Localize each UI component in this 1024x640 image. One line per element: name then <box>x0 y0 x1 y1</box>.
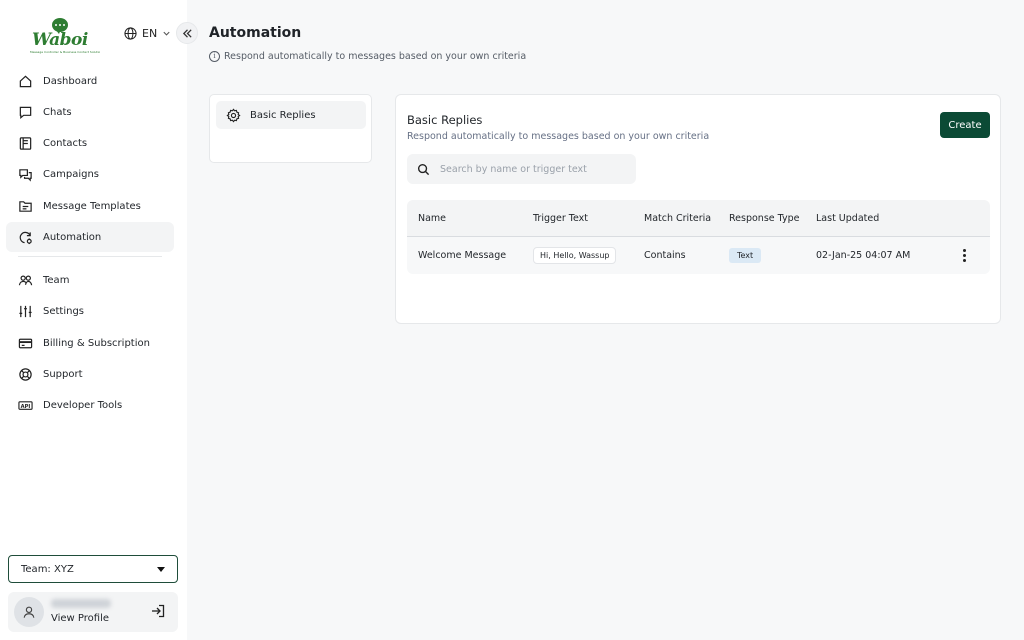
sidebar: Waboi Message Controller & Business Cont… <box>0 0 187 640</box>
page-title: Automation <box>209 25 302 41</box>
search-input[interactable] <box>440 163 620 175</box>
automation-icon <box>19 231 32 245</box>
campaigns-icon <box>19 169 32 182</box>
profile-name-blurred <box>51 599 111 608</box>
sidebar-item-contacts[interactable]: Contacts <box>6 129 174 159</box>
home-icon <box>19 75 32 87</box>
sidebar-nav: Dashboard Chats Contacts Campaigns Messa… <box>6 66 174 422</box>
menu-item-label: Basic Replies <box>250 109 316 121</box>
column-header-trigger-text: Trigger Text <box>533 213 588 224</box>
search-icon <box>417 163 430 175</box>
column-header-name: Name <box>418 213 447 224</box>
trigger-chip: Hi, Hello, Wassup <box>533 247 617 264</box>
card-subtitle: Respond automatically to messages based … <box>407 131 710 142</box>
chat-icon <box>19 106 32 119</box>
basic-replies-card: Basic Replies Respond automatically to m… <box>395 94 1001 324</box>
avatar[interactable] <box>14 597 44 627</box>
language-selector[interactable]: EN <box>124 27 171 40</box>
user-icon <box>23 606 35 618</box>
sidebar-item-label: Team <box>43 274 70 286</box>
sidebar-item-automation[interactable]: Automation <box>6 222 174 253</box>
credit-card-icon <box>18 338 33 348</box>
sidebar-item-developer-tools[interactable]: API Developer Tools <box>6 391 174 421</box>
cell-trigger-text: Hi, Hello, Wassup <box>533 237 617 274</box>
double-chevron-left-icon <box>182 28 192 38</box>
settings-sliders-icon <box>19 306 32 318</box>
info-icon: i <box>209 51 220 62</box>
sidebar-item-label: Message Templates <box>43 200 141 212</box>
team-select[interactable]: Team: XYZ <box>8 555 178 583</box>
automation-menu-panel: Basic Replies <box>209 94 372 163</box>
cell-response-type: Text <box>729 237 762 274</box>
sidebar-item-message-templates[interactable]: Message Templates <box>6 191 174 221</box>
page-subtitle: i Respond automatically to messages base… <box>209 51 526 62</box>
profile-card[interactable]: View Profile <box>8 592 178 632</box>
cell-name: Welcome Message <box>418 250 507 261</box>
logout-icon[interactable] <box>150 603 166 619</box>
sidebar-item-team[interactable]: Team <box>6 265 174 295</box>
cell-match-criteria: Contains <box>644 250 686 261</box>
gear-icon <box>226 108 241 122</box>
sidebar-item-label: Settings <box>43 306 85 318</box>
api-icon: API <box>18 401 33 410</box>
menu-item-basic-replies[interactable]: Basic Replies <box>216 101 366 129</box>
response-type-badge: Text <box>729 248 762 263</box>
team-icon <box>18 275 33 286</box>
sidebar-item-campaigns[interactable]: Campaigns <box>6 160 174 190</box>
create-button[interactable]: Create <box>940 112 990 138</box>
sidebar-item-label: Contacts <box>43 138 88 150</box>
brand-name: Waboi <box>32 30 88 50</box>
collapse-sidebar-button[interactable] <box>176 22 198 44</box>
sidebar-item-chats[interactable]: Chats <box>6 97 174 127</box>
column-header-response-type: Response Type <box>729 213 800 224</box>
kebab-menu-icon <box>963 249 966 262</box>
team-select-value: Team: XYZ <box>21 563 74 575</box>
sidebar-item-label: Dashboard <box>43 75 98 87</box>
column-header-match-criteria: Match Criteria <box>644 213 712 224</box>
globe-icon <box>124 27 137 40</box>
cell-last-updated: 02-Jan-25 04:07 AM <box>816 250 911 261</box>
replies-table: Name Trigger Text Match Criteria Respons… <box>407 200 990 274</box>
card-title: Basic Replies <box>407 113 483 127</box>
table-row[interactable]: Welcome Message Hi, Hello, Wassup Contai… <box>407 237 990 274</box>
lifebuoy-icon <box>19 368 32 381</box>
sidebar-item-label: Support <box>43 368 83 380</box>
page-subtitle-text: Respond automatically to messages based … <box>224 51 527 62</box>
brand-tagline: Message Controller & Business Contact So… <box>30 50 100 54</box>
sidebar-item-settings[interactable]: Settings <box>6 297 174 327</box>
sidebar-divider <box>18 256 162 258</box>
sidebar-item-support[interactable]: Support <box>6 359 174 389</box>
svg-text:API: API <box>21 404 31 410</box>
contacts-icon <box>19 137 32 150</box>
table-header: Name Trigger Text Match Criteria Respons… <box>407 200 990 237</box>
sidebar-item-label: Chats <box>43 106 72 118</box>
chevron-down-icon <box>163 31 170 36</box>
waboi-logo[interactable]: Waboi Message Controller & Business Cont… <box>30 18 100 54</box>
row-actions-button[interactable] <box>963 237 966 274</box>
search-box <box>407 154 636 184</box>
sidebar-item-dashboard[interactable]: Dashboard <box>6 66 174 96</box>
sidebar-item-label: Billing & Subscription <box>43 337 150 349</box>
sidebar-item-label: Developer Tools <box>43 400 123 412</box>
sidebar-item-label: Campaigns <box>43 169 100 181</box>
sidebar-item-billing[interactable]: Billing & Subscription <box>6 328 174 358</box>
template-icon <box>19 200 32 212</box>
caret-down-icon <box>157 566 165 572</box>
sidebar-item-label: Automation <box>43 231 102 243</box>
language-code: EN <box>142 27 158 40</box>
view-profile-link[interactable]: View Profile <box>51 613 109 624</box>
column-header-last-updated: Last Updated <box>816 213 880 224</box>
